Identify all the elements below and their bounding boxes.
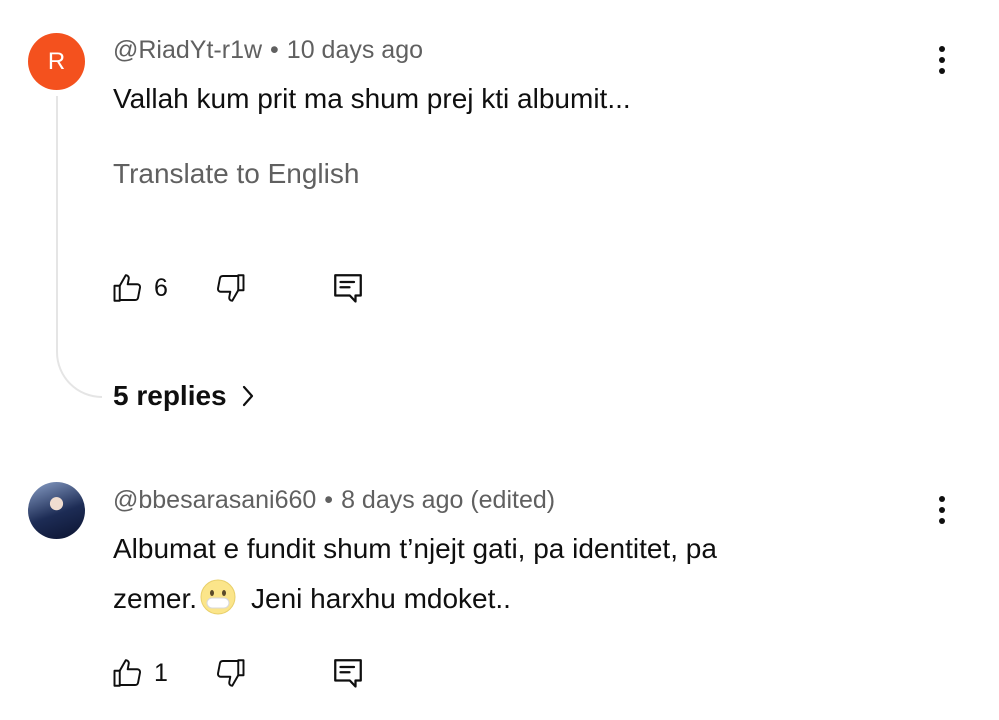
comment-text-fragment: Jeni harxhu mdoket.. bbox=[251, 583, 511, 614]
comment-timestamp[interactable]: 10 days ago bbox=[287, 36, 423, 64]
thumbs-up-icon bbox=[113, 659, 142, 687]
like-count: 1 bbox=[154, 658, 168, 687]
comment-actions: 6 bbox=[110, 268, 366, 308]
comment-timestamp[interactable]: 8 days ago (edited) bbox=[341, 486, 555, 514]
dislike-button[interactable] bbox=[212, 270, 248, 306]
meta-separator: • bbox=[270, 36, 279, 64]
face-with-mouth-covered-emoji-icon bbox=[200, 579, 236, 615]
comment-author[interactable]: @RiadYt-r1w bbox=[113, 36, 262, 64]
comment-author[interactable]: @bbesarasani660 bbox=[113, 486, 316, 514]
reply-comment-icon bbox=[334, 274, 362, 303]
avatar-letter: R bbox=[47, 47, 66, 75]
more-options-button[interactable] bbox=[926, 490, 958, 530]
thumbs-down-icon bbox=[216, 274, 245, 302]
comment-thread: R @RiadYt-r1w • 10 days ago Vallah kum pri… bbox=[0, 0, 999, 440]
avatar[interactable] bbox=[28, 482, 85, 539]
more-vertical-icon bbox=[939, 46, 945, 52]
avatar[interactable]: R bbox=[28, 33, 85, 90]
more-vertical-icon-dot bbox=[939, 68, 945, 74]
comment-text-line: Albumat e fundit shum t’njejt gati, pa i… bbox=[113, 533, 717, 564]
meta-separator: • bbox=[324, 486, 334, 514]
like-count: 6 bbox=[154, 273, 168, 302]
comment-meta: @RiadYt-r1w • 10 days ago bbox=[113, 36, 423, 65]
reply-button[interactable] bbox=[330, 655, 366, 691]
dislike-button[interactable] bbox=[212, 655, 248, 691]
reply-comment-icon bbox=[334, 659, 362, 688]
comment-text: Albumat e fundit shum t’njejt gati, pa i… bbox=[113, 524, 913, 624]
replies-count-label: 5 replies bbox=[113, 380, 227, 411]
like-button[interactable]: 6 bbox=[110, 270, 212, 306]
more-options-button[interactable] bbox=[926, 40, 958, 80]
more-vertical-icon bbox=[939, 496, 945, 502]
more-vertical-icon-dot bbox=[939, 507, 945, 513]
comment-actions: 1 bbox=[110, 653, 366, 693]
comment-meta: @bbesarasani660 • 8 days ago (edited) bbox=[113, 486, 555, 515]
more-vertical-icon-dot bbox=[939, 57, 945, 63]
thumbs-down-icon bbox=[216, 659, 245, 687]
thread-connector-line bbox=[56, 96, 102, 398]
translate-link[interactable]: Translate to English bbox=[113, 158, 359, 190]
comment-thread: @bbesarasani660 • 8 days ago (edited) Albu… bbox=[0, 440, 999, 720]
like-button[interactable]: 1 bbox=[110, 655, 212, 691]
thumbs-up-icon bbox=[113, 274, 142, 302]
comment-text-fragment: zemer. bbox=[113, 583, 198, 614]
comment-text-line: zemer. Jeni harxhu mdoket.. bbox=[113, 574, 913, 624]
more-vertical-icon-dot bbox=[939, 518, 945, 524]
chevron-right-icon bbox=[242, 385, 253, 407]
view-replies-button[interactable]: 5 replies bbox=[113, 380, 255, 412]
reply-button[interactable] bbox=[330, 270, 366, 306]
comment-text: Vallah kum prit ma shum prej kti albumit… bbox=[113, 83, 631, 114]
